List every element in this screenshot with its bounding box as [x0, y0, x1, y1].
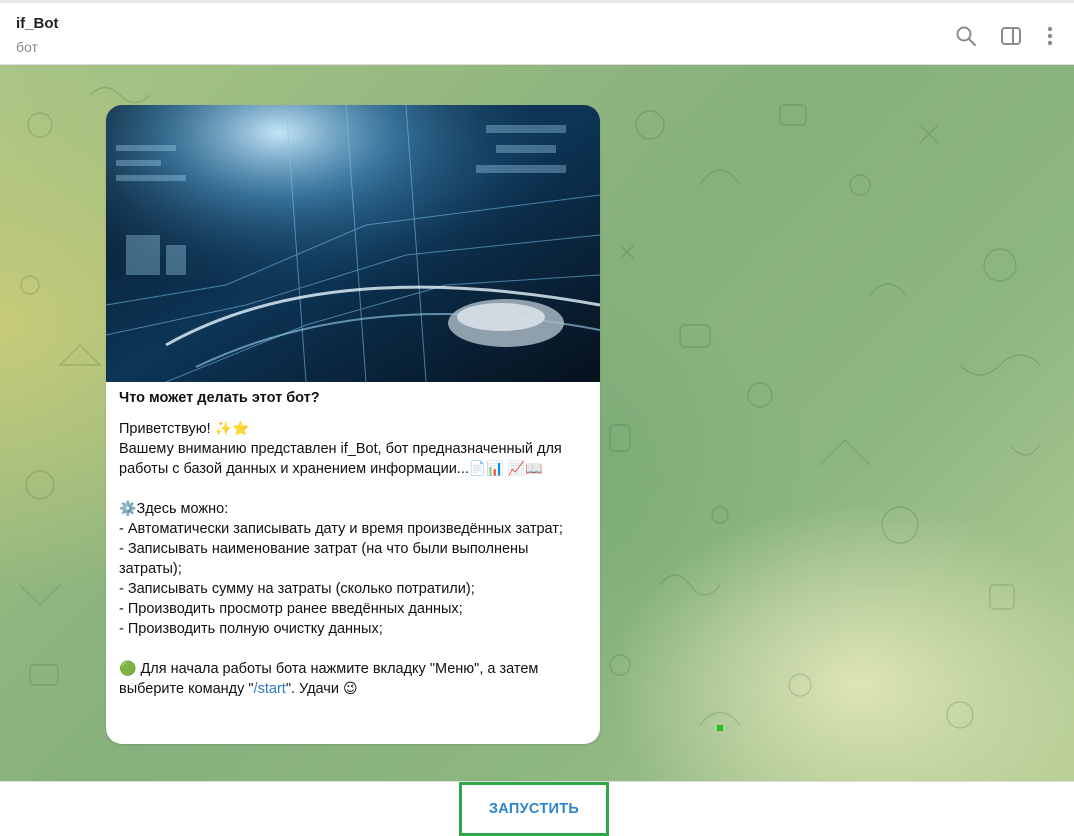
feature-item: - Производить полную очистку данных;: [119, 621, 383, 637]
chat-title[interactable]: if_Bot: [16, 15, 59, 32]
chat-subtitle: бот: [16, 39, 38, 55]
document-chart-emoji: 📄📊: [468, 461, 504, 477]
call-to-action: 🟢 Для начала работы бота нажмите вкладку…: [119, 659, 591, 699]
bot-banner-image: [106, 105, 600, 382]
wink-emoji: 😉: [343, 681, 358, 697]
green-circle-icon: 🟢: [119, 661, 137, 677]
chat-footer: ЗАПУСТИТЬ: [0, 781, 1074, 836]
sparkles-star-emoji: ✨⭐: [214, 421, 250, 437]
feature-item: - Записывать сумму на затраты (сколько п…: [119, 581, 475, 597]
bot-description-message: Что может делать этот бот? Приветствую! …: [106, 105, 600, 744]
start-button[interactable]: ЗАПУСТИТЬ: [459, 782, 609, 836]
sidebar-toggle-icon[interactable]: [1000, 25, 1022, 47]
feature-item: - Производить просмотр ранее введённых д…: [119, 601, 463, 617]
feature-item: - Автоматически записывать дату и время …: [119, 521, 563, 537]
gear-icon: ⚙️: [119, 501, 137, 517]
start-command-link[interactable]: /start: [254, 681, 286, 697]
message-heading: Что может делать этот бот?: [119, 390, 320, 406]
trend-book-emoji: 📈📖: [507, 461, 543, 477]
feature-item: - Записывать наименование затрат (на что…: [119, 541, 529, 577]
search-icon[interactable]: [955, 25, 977, 47]
chat-area[interactable]: Что может делать этот бот? Приветствую! …: [0, 65, 1074, 781]
features-heading: ⚙️Здесь можно:: [119, 499, 591, 519]
greeting-text: Приветствую!: [119, 421, 211, 437]
more-vertical-icon[interactable]: [1039, 25, 1061, 47]
cta-text-end: ". Удачи: [285, 681, 339, 697]
message-body: Приветствую! ✨⭐ Вашему вниманию представ…: [119, 419, 591, 699]
intro-text: Вашему вниманию представлен if_Bot, бот …: [119, 439, 591, 479]
status-dot: [717, 725, 723, 731]
chat-header: if_Bot бот: [0, 0, 1074, 65]
greeting-line: Приветствую! ✨⭐: [119, 419, 591, 439]
features-title: Здесь можно:: [136, 501, 229, 517]
